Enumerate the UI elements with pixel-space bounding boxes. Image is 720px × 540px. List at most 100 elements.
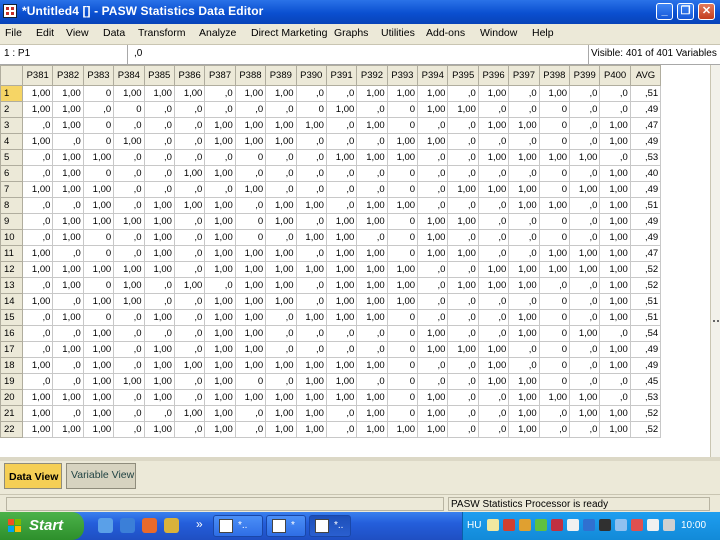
data-cell[interactable]: 1,00: [599, 245, 631, 262]
data-cell[interactable]: 1,00: [113, 293, 145, 310]
data-cell[interactable]: ,0: [143, 117, 175, 134]
data-cell[interactable]: ,0: [82, 101, 115, 118]
data-cell[interactable]: ,0: [173, 117, 206, 134]
data-cell[interactable]: 1,00: [477, 117, 510, 134]
data-cell[interactable]: 1,00: [21, 101, 54, 118]
data-cell[interactable]: ,51: [629, 309, 662, 326]
data-cell[interactable]: ,0: [143, 165, 175, 182]
data-cell[interactable]: 1,00: [538, 197, 571, 214]
data-cell[interactable]: ,49: [629, 229, 662, 246]
data-cell[interactable]: 1,00: [325, 277, 358, 294]
column-header[interactable]: P381: [21, 65, 54, 86]
data-cell[interactable]: 0: [82, 277, 115, 294]
row-header[interactable]: 11: [0, 245, 23, 262]
data-cell[interactable]: ,0: [173, 133, 206, 150]
data-cell[interactable]: 1,00: [325, 245, 358, 262]
data-cell[interactable]: 1,00: [82, 357, 115, 374]
data-cell[interactable]: 0: [386, 357, 419, 374]
data-cell[interactable]: 1,00: [447, 341, 479, 358]
data-cell[interactable]: 1,00: [265, 421, 297, 438]
column-header[interactable]: P393: [386, 65, 419, 86]
data-cell[interactable]: 1,00: [386, 149, 419, 166]
data-cell[interactable]: 0: [538, 133, 571, 150]
data-cell[interactable]: ,0: [52, 357, 84, 374]
data-cell[interactable]: 1,00: [569, 405, 601, 422]
data-cell[interactable]: 1,00: [52, 181, 84, 198]
data-cell[interactable]: 1,00: [82, 373, 115, 390]
data-cell[interactable]: 0: [538, 309, 571, 326]
data-cell[interactable]: 1,00: [356, 421, 388, 438]
data-cell[interactable]: ,0: [295, 277, 327, 294]
show-desktop-icon[interactable]: [98, 518, 113, 533]
data-cell[interactable]: 1,00: [538, 261, 571, 278]
data-cell[interactable]: 0: [538, 117, 571, 134]
data-cell[interactable]: 1,00: [265, 277, 297, 294]
data-cell[interactable]: ,0: [569, 213, 601, 230]
vertical-scrollbar[interactable]: [710, 65, 720, 457]
data-cell[interactable]: 1,00: [204, 357, 236, 374]
taskbar-window-spss[interactable]: *..: [309, 515, 351, 537]
data-cell[interactable]: ,0: [447, 197, 479, 214]
data-cell[interactable]: 1,00: [52, 309, 84, 326]
data-cell[interactable]: 1,00: [569, 389, 601, 406]
menu-direct-marketing[interactable]: Direct Marketing: [251, 27, 327, 39]
data-cell[interactable]: 1,00: [234, 389, 267, 406]
data-cell[interactable]: 1,00: [204, 133, 236, 150]
row-header[interactable]: 17: [0, 341, 23, 358]
taskbar-window-1[interactable]: *..: [213, 515, 263, 537]
data-cell[interactable]: 1,00: [265, 117, 297, 134]
menu-edit[interactable]: Edit: [36, 27, 54, 39]
data-cell[interactable]: 0: [386, 341, 419, 358]
data-cell[interactable]: ,0: [325, 133, 358, 150]
data-cell[interactable]: 1,00: [52, 85, 84, 102]
data-cell[interactable]: 0: [82, 309, 115, 326]
data-cell[interactable]: ,0: [508, 229, 540, 246]
data-cell[interactable]: 1,00: [295, 405, 327, 422]
tray-shield-icon[interactable]: [631, 519, 643, 531]
data-cell[interactable]: 1,00: [265, 357, 297, 374]
data-cell[interactable]: ,0: [356, 181, 388, 198]
data-cell[interactable]: 1,00: [265, 261, 297, 278]
data-cell[interactable]: 1,00: [82, 181, 115, 198]
column-header[interactable]: P391: [325, 65, 358, 86]
data-cell[interactable]: ,0: [173, 341, 206, 358]
data-cell[interactable]: 1,00: [143, 245, 175, 262]
data-cell[interactable]: 1,00: [21, 421, 54, 438]
data-cell[interactable]: 1,00: [21, 389, 54, 406]
data-cell[interactable]: ,0: [325, 325, 358, 342]
data-cell[interactable]: ,0: [21, 325, 54, 342]
minimize-button[interactable]: _: [656, 3, 673, 20]
data-cell[interactable]: 0: [82, 245, 115, 262]
menu-transform[interactable]: Transform: [138, 27, 185, 39]
data-cell[interactable]: ,0: [173, 213, 206, 230]
data-cell[interactable]: ,0: [204, 277, 236, 294]
data-cell[interactable]: ,0: [569, 85, 601, 102]
tab-data-view[interactable]: Data View: [4, 463, 62, 489]
data-cell[interactable]: ,0: [234, 421, 267, 438]
row-header[interactable]: 15: [0, 309, 23, 326]
data-cell[interactable]: 1,00: [234, 181, 267, 198]
data-cell[interactable]: ,0: [477, 325, 510, 342]
data-cell[interactable]: 1,00: [143, 85, 175, 102]
data-cell[interactable]: 1,00: [508, 277, 540, 294]
data-cell[interactable]: 1,00: [569, 261, 601, 278]
data-cell[interactable]: 1,00: [417, 133, 449, 150]
data-cell[interactable]: ,51: [629, 85, 662, 102]
data-cell[interactable]: ,0: [508, 341, 540, 358]
data-cell[interactable]: 1,00: [386, 293, 419, 310]
data-cell[interactable]: 0: [386, 101, 419, 118]
data-cell[interactable]: 1,00: [417, 101, 449, 118]
column-header[interactable]: P387: [204, 65, 236, 86]
data-cell[interactable]: 1,00: [325, 261, 358, 278]
data-cell[interactable]: 1,00: [204, 405, 236, 422]
row-header[interactable]: 7: [0, 181, 23, 198]
data-cell[interactable]: 1,00: [265, 293, 297, 310]
data-cell[interactable]: ,0: [52, 293, 84, 310]
data-cell[interactable]: 0: [386, 325, 419, 342]
data-cell[interactable]: ,0: [325, 85, 358, 102]
data-cell[interactable]: ,52: [629, 421, 662, 438]
data-cell[interactable]: ,0: [417, 309, 449, 326]
data-cell[interactable]: 1,00: [508, 261, 540, 278]
data-cell[interactable]: 1,00: [204, 341, 236, 358]
data-cell[interactable]: 1,00: [477, 277, 510, 294]
